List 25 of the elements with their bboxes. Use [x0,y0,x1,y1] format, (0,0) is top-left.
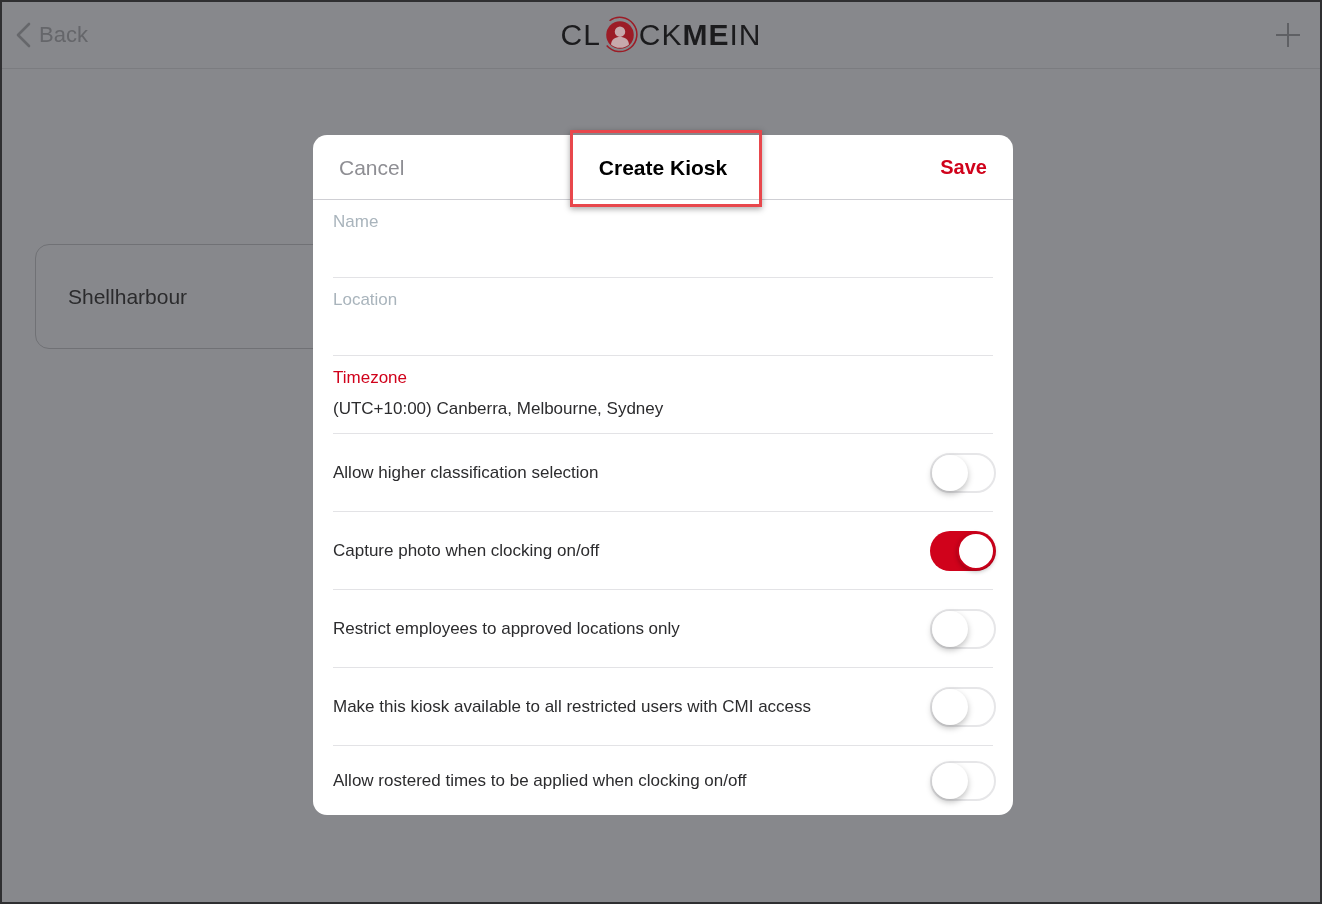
toggle-switch[interactable] [930,686,996,727]
text-field[interactable]: Name [333,200,993,278]
option-label: Make this kiosk available to all restricted users with CMI access [333,695,812,718]
field-label: Timezone [333,367,408,389]
option-label: Allow rostered times to be applied when clocking on/off [333,770,747,792]
add-button[interactable] [1276,23,1300,47]
chevron-left-icon [15,22,32,48]
logo-text: CKMEIN [638,20,762,50]
save-button[interactable]: Save [940,157,987,177]
timezone-select[interactable]: (UTC+10:00) Canberra, Melbourne, Sydney [333,398,664,420]
plus-icon [1276,23,1300,47]
field-label: Location [333,289,399,311]
toggle-switch[interactable] [930,452,996,493]
toggle-switch[interactable] [930,608,996,649]
dialog-title: Create Kiosk [598,156,728,178]
logo-text: CL [560,20,601,50]
text-field[interactable]: Location [333,278,993,356]
toggle-switch[interactable] [930,530,996,571]
cancel-button[interactable]: Cancel [339,156,405,178]
toggle-switch[interactable] [930,761,996,801]
option-label: Capture photo when clocking on/off [333,539,600,562]
card-title: Shellharbour [68,283,188,310]
option-label: Restrict employees to approved locations only [333,617,680,640]
option-label: Allow higher classification selection [333,461,599,484]
field-label: Name [333,211,380,233]
